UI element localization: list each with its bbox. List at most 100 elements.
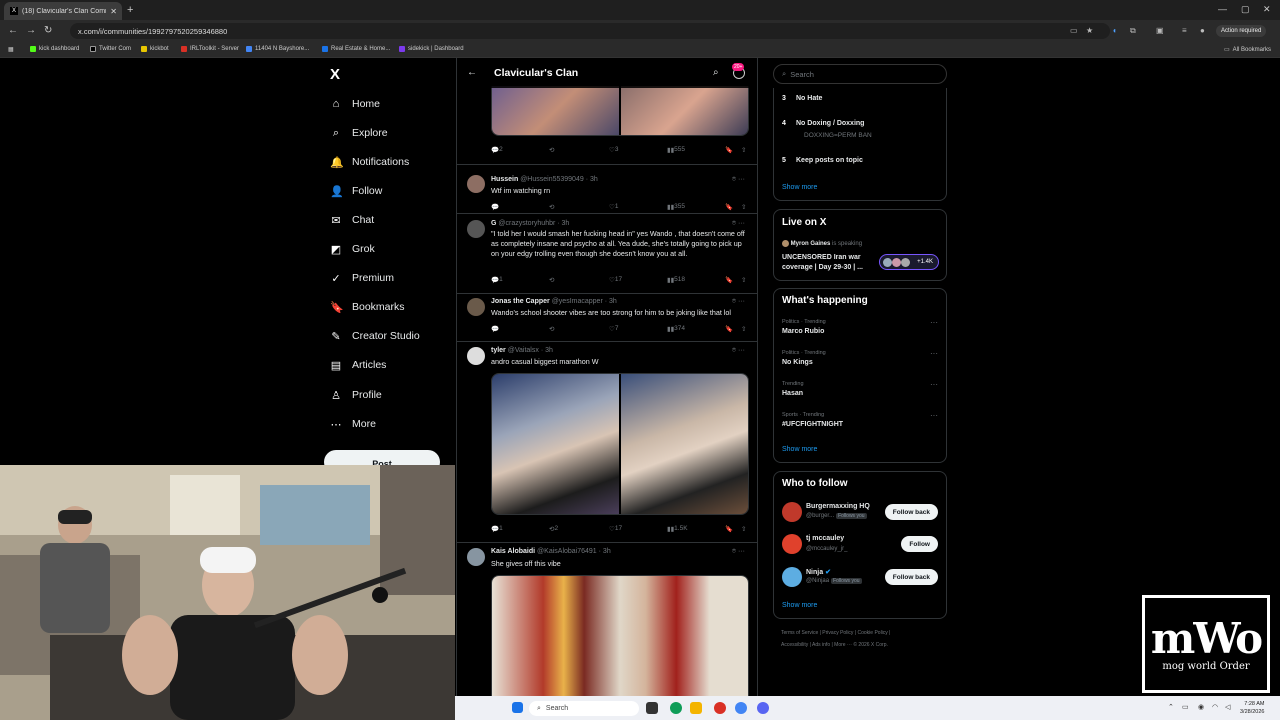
like-button[interactable]: ♡ 17	[609, 525, 622, 533]
like-button[interactable]: ♡ 3	[609, 146, 618, 154]
media-image[interactable]	[492, 86, 619, 135]
nav-item-notifications[interactable]: 🔔 Notifications	[330, 152, 409, 172]
media-image[interactable]	[619, 86, 748, 135]
media-image[interactable]	[492, 576, 748, 696]
trend-name[interactable]: Marco Rubio	[782, 328, 824, 335]
menu-lines-icon[interactable]: ≡	[1182, 26, 1187, 35]
tray-mic-icon[interactable]: ◉	[1198, 703, 1204, 711]
views-button[interactable]: ▮▮ 374	[667, 325, 685, 333]
trend-more-icon[interactable]: ···	[930, 349, 938, 358]
back-icon[interactable]: ←	[8, 25, 18, 36]
chrome-icon[interactable]	[735, 702, 747, 714]
share-icon[interactable]: ⇧	[741, 146, 746, 154]
avatar[interactable]	[467, 548, 485, 566]
like-button[interactable]: ♡ 1	[609, 203, 618, 211]
bookmark-item[interactable]: Twitter Com	[90, 46, 131, 52]
search-input[interactable]: ⌕ Search	[773, 64, 947, 84]
bookmark-item[interactable]: IRLToolkit - Server	[181, 46, 239, 52]
browser-tab[interactable]: X (18) Clavicular's Clan Communi ✕	[4, 2, 122, 20]
wifi-icon[interactable]: ◠	[1212, 703, 1218, 711]
user-name[interactable]: G	[491, 220, 496, 227]
repost-button[interactable]: ⟲	[549, 203, 554, 211]
star-icon[interactable]: ★	[1086, 26, 1093, 35]
reply-button[interactable]: 💬 2	[491, 146, 503, 154]
tray-chevron-icon[interactable]: ⌃	[1168, 703, 1174, 711]
user-handle[interactable]: @Hussein55399049	[520, 176, 584, 183]
repost-button[interactable]: ⟲	[549, 325, 554, 333]
user-name[interactable]: Hussein	[491, 176, 518, 183]
avatar[interactable]	[467, 347, 485, 365]
repost-button[interactable]: ⟲	[549, 276, 554, 284]
nav-item-follow[interactable]: 👤 Follow	[330, 181, 382, 201]
tweet-more-icon[interactable]: ⌾ ···	[732, 298, 745, 306]
new-tab-icon[interactable]: +	[127, 4, 133, 16]
trend-more-icon[interactable]: ···	[930, 318, 938, 327]
reply-button[interactable]: 💬	[491, 203, 499, 211]
install-icon[interactable]: ▭	[1070, 26, 1078, 35]
back-arrow-icon[interactable]: ←	[467, 67, 477, 78]
follow-button[interactable]: Follow	[901, 536, 938, 552]
apps-grid-icon[interactable]: ▦	[8, 46, 14, 53]
share-icon[interactable]: ⇧	[741, 203, 746, 211]
tweet-more-icon[interactable]: ⌾ ···	[732, 176, 745, 184]
chrome-icon[interactable]	[670, 702, 682, 714]
nav-item-creator-studio[interactable]: ✎ Creator Studio	[330, 326, 419, 346]
follow-back-button[interactable]: Follow back	[884, 569, 938, 585]
bookmark-icon[interactable]: 🔖	[725, 203, 733, 211]
rule-item[interactable]: 4 No Doxing / Doxxing	[782, 120, 864, 127]
nav-item-premium[interactable]: ✓ Premium	[330, 268, 394, 288]
media-image[interactable]	[492, 374, 619, 514]
footer-links[interactable]: Terms of Service | Privacy Policy | Cook…	[781, 630, 890, 636]
follow-name[interactable]: Ninja ✔	[806, 568, 831, 576]
rule-item[interactable]: 5 Keep posts on topic	[782, 157, 863, 164]
tab-close-icon[interactable]: ✕	[110, 7, 122, 16]
bookmark-icon[interactable]: 🔖	[725, 146, 733, 154]
follow-back-button[interactable]: Follow back	[884, 504, 938, 520]
share-icon[interactable]: ⇧	[741, 276, 746, 284]
file-explorer-icon[interactable]	[690, 702, 702, 714]
extension-icon[interactable]: ◖	[1112, 26, 1117, 35]
media-image[interactable]	[619, 374, 748, 514]
tweet[interactable]: Jonas the Capper @yesImacapper · 3h ⌾ ··…	[457, 294, 757, 342]
avatar[interactable]	[782, 502, 802, 522]
taskbar-search[interactable]: ⌕ Search	[529, 701, 639, 716]
nav-item-bookmarks[interactable]: 🔖 Bookmarks	[330, 297, 405, 317]
tweet-more-icon[interactable]: ⌾ ···	[732, 548, 745, 556]
bookmark-item[interactable]: kick dashboard	[30, 46, 79, 52]
x-logo[interactable]: X	[330, 66, 340, 83]
views-button[interactable]: ▮▮ 555	[667, 146, 685, 154]
app-icon[interactable]	[714, 702, 726, 714]
tweet[interactable]: Kais Alobaidi @KaisAlobai76491 · 3h ⌾ ··…	[457, 543, 757, 696]
tray-app-icon[interactable]: ▭	[1182, 703, 1189, 711]
nav-item-profile[interactable]: ♙ Profile	[330, 385, 382, 405]
trend-name[interactable]: No Kings	[782, 359, 813, 366]
minimize-icon[interactable]: —	[1218, 4, 1227, 14]
tweet-media[interactable]	[491, 575, 749, 696]
share-icon[interactable]: ⇧	[741, 525, 746, 533]
bookmark-icon[interactable]: 🔖	[725, 276, 733, 284]
user-handle[interactable]: @crazystoryhuhbr	[498, 220, 555, 227]
repost-button[interactable]: ⟲	[549, 146, 554, 154]
maximize-icon[interactable]: ▢	[1241, 4, 1250, 15]
rule-item[interactable]: 3 No Hate	[782, 95, 822, 102]
profile-avatar-icon[interactable]: ●	[1200, 26, 1205, 35]
user-name[interactable]: Kais Alobaidi	[491, 548, 535, 555]
trend-name[interactable]: Hasan	[782, 390, 803, 397]
discord-icon[interactable]	[757, 702, 769, 714]
search-icon[interactable]: ⌕	[713, 67, 719, 78]
user-handle[interactable]: @yesImacapper	[552, 298, 603, 305]
show-more-link[interactable]: Show more	[782, 184, 817, 191]
nav-item-home[interactable]: ⌂ Home	[330, 94, 380, 114]
bookmark-item[interactable]: sidekick | Dashboard	[399, 46, 464, 52]
views-button[interactable]: ▮▮ 1.5K	[667, 525, 688, 533]
nav-item-more[interactable]: ⋯ More	[330, 414, 376, 434]
all-bookmarks-button[interactable]: ▭ All Bookmarks	[1224, 46, 1271, 54]
volume-icon[interactable]: ◁	[1225, 703, 1230, 711]
nav-item-grok[interactable]: ◩ Grok	[330, 239, 375, 259]
forward-icon[interactable]: →	[26, 25, 36, 36]
trend-name[interactable]: #UFCFIGHTNIGHT	[782, 421, 843, 428]
follow-name[interactable]: tj mccauley	[806, 535, 844, 542]
avatar[interactable]	[782, 567, 802, 587]
bookmark-item[interactable]: kickbot	[141, 46, 169, 52]
avatar[interactable]	[467, 175, 485, 193]
